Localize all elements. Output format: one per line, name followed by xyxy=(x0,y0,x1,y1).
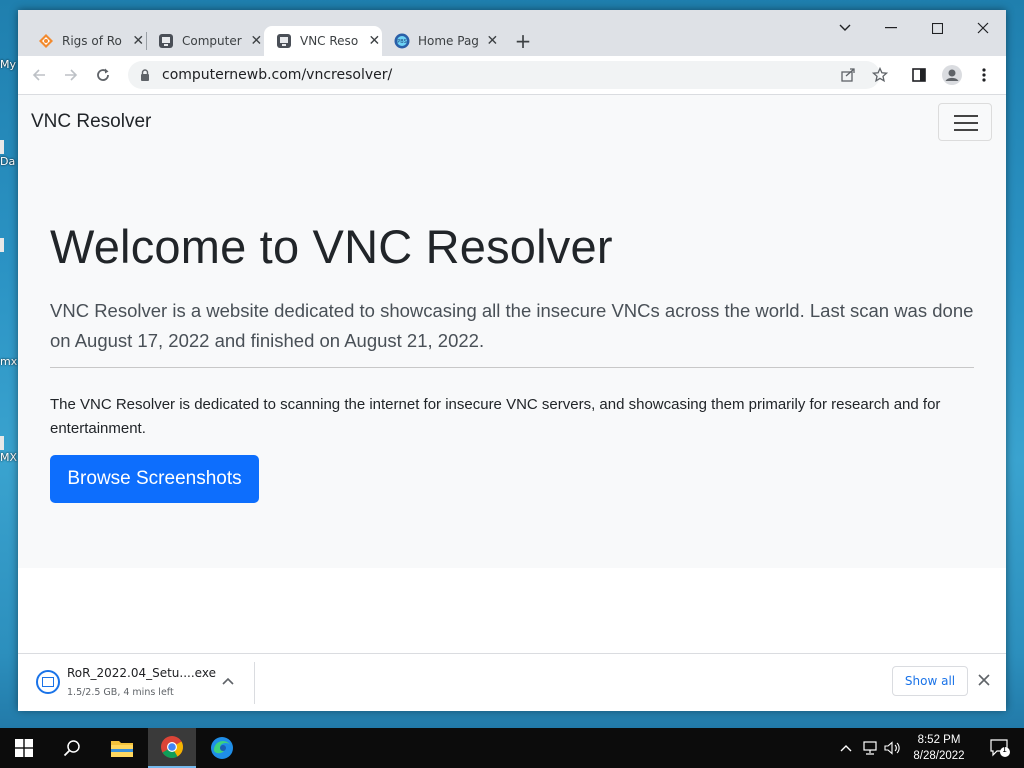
tab-vnc-resolver[interactable]: VNC Reso ✕ xyxy=(264,26,382,56)
close-tab-icon[interactable]: ✕ xyxy=(249,33,264,49)
profile-avatar-icon[interactable] xyxy=(941,64,963,86)
web-page: VNC Resolver Welcome to VNC Resolver VNC… xyxy=(18,94,1006,654)
desktop-icon-graphic xyxy=(0,238,4,252)
desktop-icon[interactable]: mx xyxy=(0,355,18,368)
show-all-button[interactable]: Show all xyxy=(892,666,968,696)
computernewb-icon xyxy=(158,33,174,49)
notification-count-badge: 1 xyxy=(1002,745,1008,754)
download-filename: RoR_2022.04_Setu....exe xyxy=(67,666,216,680)
hero-section: Welcome to VNC Resolver VNC Resolver is … xyxy=(18,155,1006,568)
share-icon[interactable] xyxy=(837,64,859,86)
svg-text:PBS: PBS xyxy=(397,39,407,45)
tab-rigs-of-rods[interactable]: Rigs of Ro ✕ xyxy=(26,26,146,56)
rigs-of-rods-icon xyxy=(38,33,54,49)
date-text: 8/28/2022 xyxy=(913,750,965,762)
page-title: Welcome to VNC Resolver xyxy=(50,220,613,273)
file-explorer-icon[interactable] xyxy=(98,728,146,768)
desktop-icon[interactable]: MX xyxy=(0,436,18,464)
desktop-icon-graphic xyxy=(0,140,4,154)
download-separator xyxy=(254,662,255,704)
lead-paragraph: VNC Resolver is a website dedicated to s… xyxy=(50,300,974,351)
address-bar[interactable]: computernewb.com/vncresolver/ xyxy=(128,61,880,89)
hamburger-menu-button[interactable] xyxy=(938,103,992,141)
hamburger-line xyxy=(954,115,978,117)
download-progress-icon xyxy=(36,670,60,694)
chrome-icon[interactable] xyxy=(148,728,196,768)
tab-title: Home Pag xyxy=(418,34,479,48)
pbs-kids-icon: PBS xyxy=(394,33,410,49)
back-button[interactable] xyxy=(26,62,52,88)
desktop-icon-label: mx xyxy=(0,355,18,368)
network-icon[interactable] xyxy=(858,728,882,768)
minimize-button[interactable] xyxy=(868,14,914,42)
maximize-button[interactable] xyxy=(914,14,960,42)
close-tab-icon[interactable]: ✕ xyxy=(485,33,500,49)
tab-strip: Rigs of Ro ✕ Computer ✕ VNC Reso ✕ PBS H… xyxy=(18,10,1006,56)
tab-search-chevron-icon[interactable] xyxy=(822,14,868,42)
desktop-icon[interactable]: My xyxy=(0,58,18,71)
side-panel-icon[interactable] xyxy=(908,64,930,86)
tab-title: Computer xyxy=(182,34,242,48)
search-icon[interactable] xyxy=(48,728,96,768)
tab-title: Rigs of Ro xyxy=(62,34,122,48)
tab-computernewb[interactable]: Computer ✕ xyxy=(146,26,264,56)
browser-toolbar: computernewb.com/vncresolver/ xyxy=(18,56,1006,94)
new-tab-button[interactable]: + xyxy=(512,29,534,53)
menu-kebab-icon[interactable] xyxy=(973,64,995,86)
taskbar: 8:52 PM 8/28/2022 1 xyxy=(0,728,1024,768)
desktop-icon-label: My xyxy=(0,58,17,71)
navbar-brand[interactable]: VNC Resolver xyxy=(31,111,151,133)
desktop-icon-label: MX xyxy=(0,451,18,464)
time-text: 8:52 PM xyxy=(917,734,961,746)
tab-home-page[interactable]: PBS Home Pag ✕ xyxy=(382,26,500,56)
close-tab-icon[interactable]: ✕ xyxy=(130,33,146,49)
tab-title: VNC Reso xyxy=(300,34,359,48)
edge-icon[interactable] xyxy=(198,728,246,768)
desktop-icon[interactable]: Da xyxy=(0,140,18,168)
lock-icon xyxy=(138,69,152,81)
close-window-button[interactable] xyxy=(960,14,1006,42)
divider xyxy=(50,367,974,368)
url-text: computernewb.com/vncresolver/ xyxy=(162,67,393,83)
notification-center-icon[interactable]: 1 xyxy=(980,728,1020,768)
description-paragraph: The VNC Resolver is dedicated to scannin… xyxy=(50,396,941,437)
browser-window: Rigs of Ro ✕ Computer ✕ VNC Reso ✕ PBS H… xyxy=(18,10,1006,711)
site-navbar: VNC Resolver xyxy=(18,95,1006,155)
chevron-up-icon[interactable] xyxy=(222,674,234,688)
bookmark-star-icon[interactable] xyxy=(869,64,891,86)
desktop-icon-graphic xyxy=(0,436,4,450)
close-tab-icon[interactable]: ✕ xyxy=(367,33,382,49)
close-shelf-icon[interactable] xyxy=(978,670,990,691)
download-shelf: RoR_2022.04_Setu....exe 1.5/2.5 GB, 4 mi… xyxy=(18,653,1006,711)
desktop-icon[interactable] xyxy=(0,238,18,253)
computernewb-icon xyxy=(276,33,292,49)
start-button[interactable] xyxy=(0,728,48,768)
clock[interactable]: 8:52 PM 8/28/2022 xyxy=(900,732,978,764)
browse-screenshots-button[interactable]: Browse Screenshots xyxy=(50,455,259,503)
desktop-icon-label: Da xyxy=(0,155,16,168)
reload-button[interactable] xyxy=(90,62,116,88)
hamburger-line xyxy=(954,129,978,131)
download-status: 1.5/2.5 GB, 4 mins left xyxy=(67,687,174,698)
hamburger-line xyxy=(954,122,978,124)
forward-button[interactable] xyxy=(58,62,84,88)
chevron-up-icon[interactable] xyxy=(834,728,858,768)
